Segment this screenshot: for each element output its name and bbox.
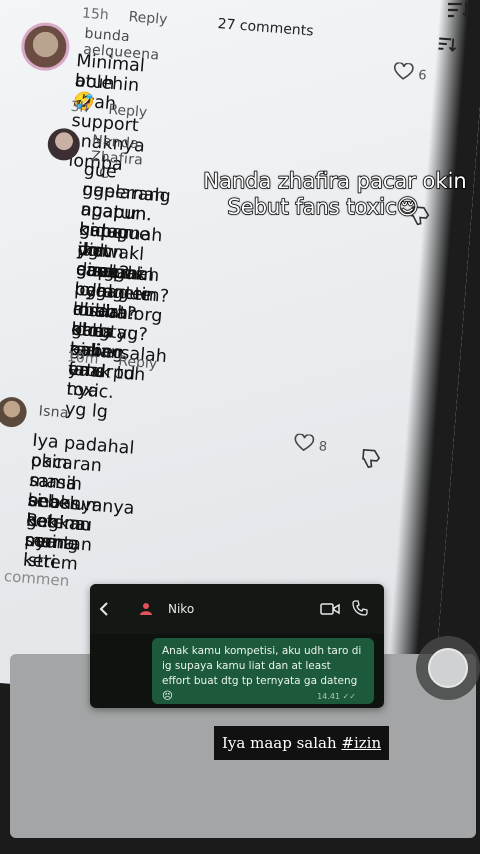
like-count: 6	[417, 67, 428, 84]
avatar[interactable]	[0, 395, 28, 429]
chat-message-body: Anak kamu kompetisi, aku udh taro di ig …	[162, 645, 362, 687]
caption-hashtag[interactable]: #izin	[341, 734, 381, 752]
sort-icon[interactable]	[446, 0, 472, 20]
comment-time: 3h	[70, 98, 90, 117]
screen-edge-shadow	[388, 0, 480, 658]
like-heart-icon[interactable]	[392, 61, 415, 82]
like-count: 8	[318, 439, 328, 455]
chat-screenshot: Niko Anak kamu kompetisi, aku udh taro d…	[90, 584, 384, 708]
record-button[interactable]	[416, 636, 480, 700]
top-comment-meta: 15h Reply	[81, 5, 167, 28]
record-button-inner	[428, 648, 468, 688]
sort-icon[interactable]	[436, 35, 457, 53]
reply-button[interactable]: Reply	[108, 102, 148, 121]
chat-message-time: 14.41 ✓✓	[317, 692, 356, 701]
top-comment-time: 15h	[81, 5, 110, 24]
caption-box: Iya maap salah #izin	[214, 726, 390, 760]
dislike-icon[interactable]	[359, 447, 385, 471]
caption-text: Iya maap salah	[222, 734, 342, 752]
reply-button[interactable]: Reply	[118, 353, 158, 372]
comment-username[interactable]: Isna	[38, 403, 69, 421]
chat-message-bubble: Anak kamu kompetisi, aku udh taro di ig …	[152, 638, 374, 704]
comment-text-line: gak perna	[23, 510, 76, 555]
chat-message-emoji: 😣	[162, 690, 173, 702]
like-heart-icon[interactable]	[292, 433, 315, 453]
avatar[interactable]	[19, 20, 72, 73]
overlay-caption-line2: Sebut fans toxic😌	[227, 194, 420, 220]
overlay-caption-line1: Nanda zhafira pacar okin	[203, 168, 468, 194]
contact-avatar-icon[interactable]	[138, 600, 154, 616]
comment-time: 10m	[66, 349, 100, 368]
video-call-icon[interactable]	[320, 602, 340, 616]
top-reply-button[interactable]: Reply	[128, 9, 168, 28]
back-arrow-icon[interactable]	[98, 601, 110, 617]
chat-header: Niko	[90, 584, 384, 634]
comments-count-title: 27 comments	[217, 16, 315, 40]
chat-contact-name[interactable]: Niko	[168, 602, 194, 616]
phone-call-icon[interactable]	[352, 600, 368, 616]
